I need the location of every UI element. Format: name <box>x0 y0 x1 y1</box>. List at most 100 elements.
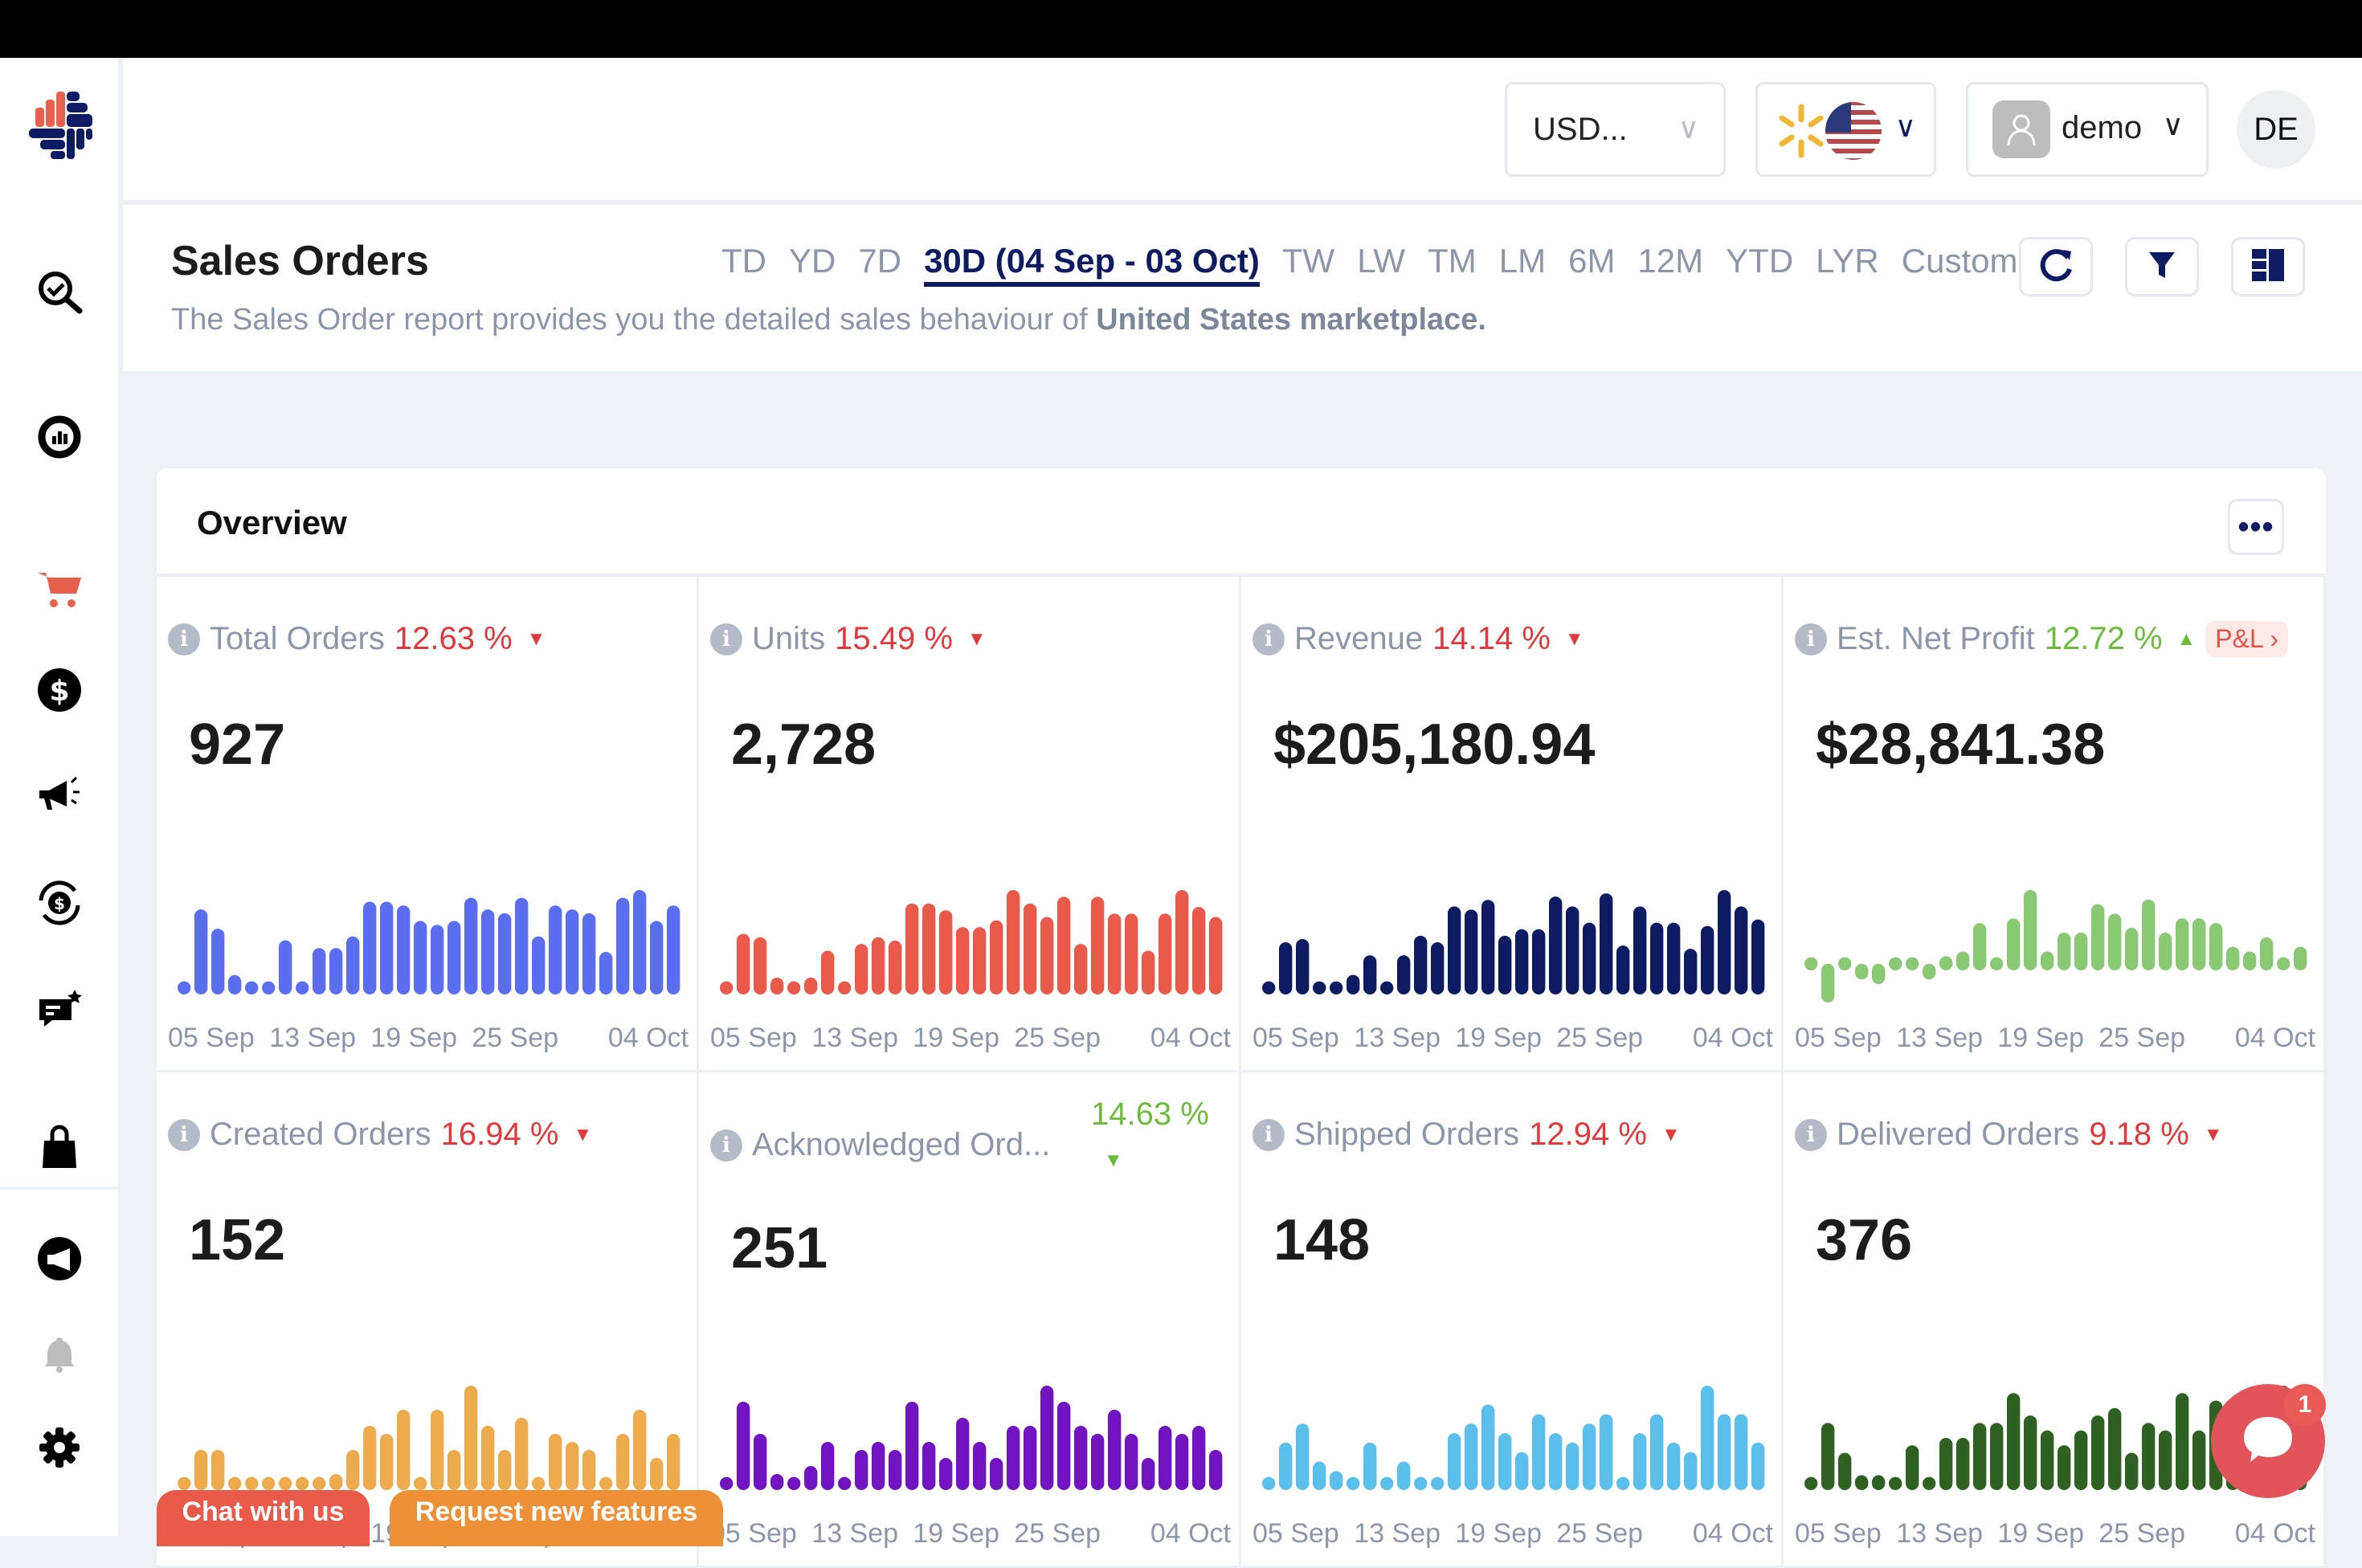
chart-bar[interactable] <box>1091 1434 1105 1490</box>
chart-bar[interactable] <box>2226 946 2240 970</box>
chart-bar[interactable] <box>2176 918 2189 970</box>
chart-bar[interactable] <box>1956 951 1970 970</box>
chart-bar[interactable] <box>211 1450 225 1490</box>
chart-bar[interactable] <box>1074 1426 1088 1490</box>
chart-bar[interactable] <box>754 1434 767 1490</box>
chart-bar[interactable] <box>1549 896 1563 994</box>
chart-bar[interactable] <box>1566 906 1579 994</box>
period-tab[interactable]: YD <box>789 242 836 287</box>
chart-bar[interactable] <box>2125 928 2139 970</box>
chart-bar[interactable] <box>464 897 478 994</box>
pl-link-badge[interactable]: P&L › <box>2205 621 2289 657</box>
chart-bar[interactable] <box>956 927 970 994</box>
chart-bar[interactable] <box>1279 1442 1293 1490</box>
chart-bar[interactable] <box>1142 950 1155 994</box>
chart-bar[interactable] <box>1262 1476 1276 1490</box>
chart-bar[interactable] <box>922 1442 936 1490</box>
chart-bar[interactable] <box>1175 1434 1189 1490</box>
info-icon[interactable]: i <box>710 623 742 655</box>
sidebar-item-advertising[interactable] <box>32 769 87 823</box>
chart-bar[interactable] <box>532 936 546 994</box>
chart-bar[interactable] <box>549 1434 562 1490</box>
chart-bar[interactable] <box>194 1450 208 1490</box>
marketplace-select[interactable]: ∨ <box>1755 82 1936 177</box>
period-tab[interactable]: YTD <box>1726 242 1793 287</box>
chart-bar[interactable] <box>1209 917 1223 994</box>
chart-bar[interactable] <box>2192 918 2206 970</box>
info-icon[interactable]: i <box>168 623 200 655</box>
period-tab[interactable]: 12M <box>1637 242 1703 287</box>
chart-bar[interactable] <box>1498 1433 1512 1490</box>
chart-bar[interactable] <box>922 903 936 994</box>
chart-bar[interactable] <box>616 1434 630 1490</box>
chart-bar[interactable] <box>2091 1415 2105 1490</box>
chart-bar[interactable] <box>1735 1414 1748 1490</box>
chart-bar[interactable] <box>1431 1476 1445 1490</box>
chart-bar[interactable] <box>582 913 596 994</box>
chart-bar[interactable] <box>667 905 680 994</box>
chart-bar[interactable] <box>754 937 767 994</box>
chart-bar[interactable] <box>889 1450 902 1490</box>
chart-bar[interactable] <box>566 909 579 994</box>
chat-with-us-button[interactable]: Chat with us <box>157 1490 370 1546</box>
chart-bar[interactable] <box>1465 909 1478 994</box>
chart-bar[interactable] <box>1990 957 2004 970</box>
chart-bar[interactable] <box>245 981 259 994</box>
chart-bar[interactable] <box>262 1476 276 1490</box>
chart-bar[interactable] <box>1939 1438 1953 1490</box>
chart-bar[interactable] <box>633 890 647 994</box>
chart-bar[interactable] <box>1414 935 1428 994</box>
chart-bar[interactable] <box>1838 957 1852 970</box>
chart-bar[interactable] <box>1040 917 1054 994</box>
chart-bar[interactable] <box>211 929 225 994</box>
chart-bar[interactable] <box>838 981 852 994</box>
chart-bar[interactable] <box>2074 1430 2088 1490</box>
chart-bar[interactable] <box>363 901 377 994</box>
sidebar-item-finance[interactable]: $ <box>32 664 87 719</box>
chart-bar[interactable] <box>1515 929 1529 994</box>
currency-select[interactable]: USD... ∨ <box>1505 82 1726 177</box>
layout-button[interactable] <box>2231 237 2305 296</box>
chart-bar[interactable] <box>296 981 309 994</box>
chart-bar[interactable] <box>1108 913 1122 994</box>
chart-bar[interactable] <box>1855 963 1869 980</box>
chart-bar[interactable] <box>329 1474 343 1490</box>
filter-button[interactable] <box>2125 237 2199 296</box>
chart-bar[interactable] <box>650 1458 664 1490</box>
chart-bar[interactable] <box>1431 942 1445 994</box>
chart-bar[interactable] <box>990 1458 1003 1490</box>
chart-bar[interactable] <box>1735 906 1748 994</box>
sidebar-item-notifications[interactable] <box>32 1329 87 1383</box>
chart-bar[interactable] <box>1906 957 1919 970</box>
chart-bar[interactable] <box>532 1476 546 1490</box>
chart-bar[interactable] <box>380 1434 394 1490</box>
chart-bar[interactable] <box>566 1442 579 1490</box>
chart-bar[interactable] <box>650 921 664 994</box>
chart-bar[interactable] <box>2074 932 2088 970</box>
chart-bar[interactable] <box>1296 938 1310 994</box>
chart-bar[interactable] <box>1923 963 1936 980</box>
chart-bar[interactable] <box>279 940 292 994</box>
chart-bar[interactable] <box>616 897 630 994</box>
chart-bar[interactable] <box>1889 1476 1902 1490</box>
chart-bar[interactable] <box>787 1476 801 1490</box>
chart-bar[interactable] <box>515 1418 529 1490</box>
chart-bar[interactable] <box>1296 1423 1310 1490</box>
chart-bar[interactable] <box>1159 1426 1172 1490</box>
chart-bar[interactable] <box>2108 1407 2122 1490</box>
chart-bar[interactable] <box>1465 1423 1478 1490</box>
chart-bar[interactable] <box>1923 1476 1936 1490</box>
period-tab[interactable]: LYR <box>1816 242 1879 287</box>
period-tab[interactable]: 30D (04 Sep - 03 Oct) <box>924 242 1260 287</box>
chart-bar[interactable] <box>770 978 784 994</box>
chart-bar[interactable] <box>2024 1415 2037 1490</box>
info-icon[interactable]: i <box>1795 1118 1827 1151</box>
chart-bar[interactable] <box>1872 1475 1886 1490</box>
chart-bar[interactable] <box>1650 1414 1664 1490</box>
chart-bar[interactable] <box>431 925 444 994</box>
chart-bar[interactable] <box>787 981 801 994</box>
chart-bar[interactable] <box>2243 951 2257 970</box>
chart-bar[interactable] <box>2176 1393 2189 1490</box>
chart-bar[interactable] <box>1872 963 1886 985</box>
chart-bar[interactable] <box>2041 951 2054 970</box>
